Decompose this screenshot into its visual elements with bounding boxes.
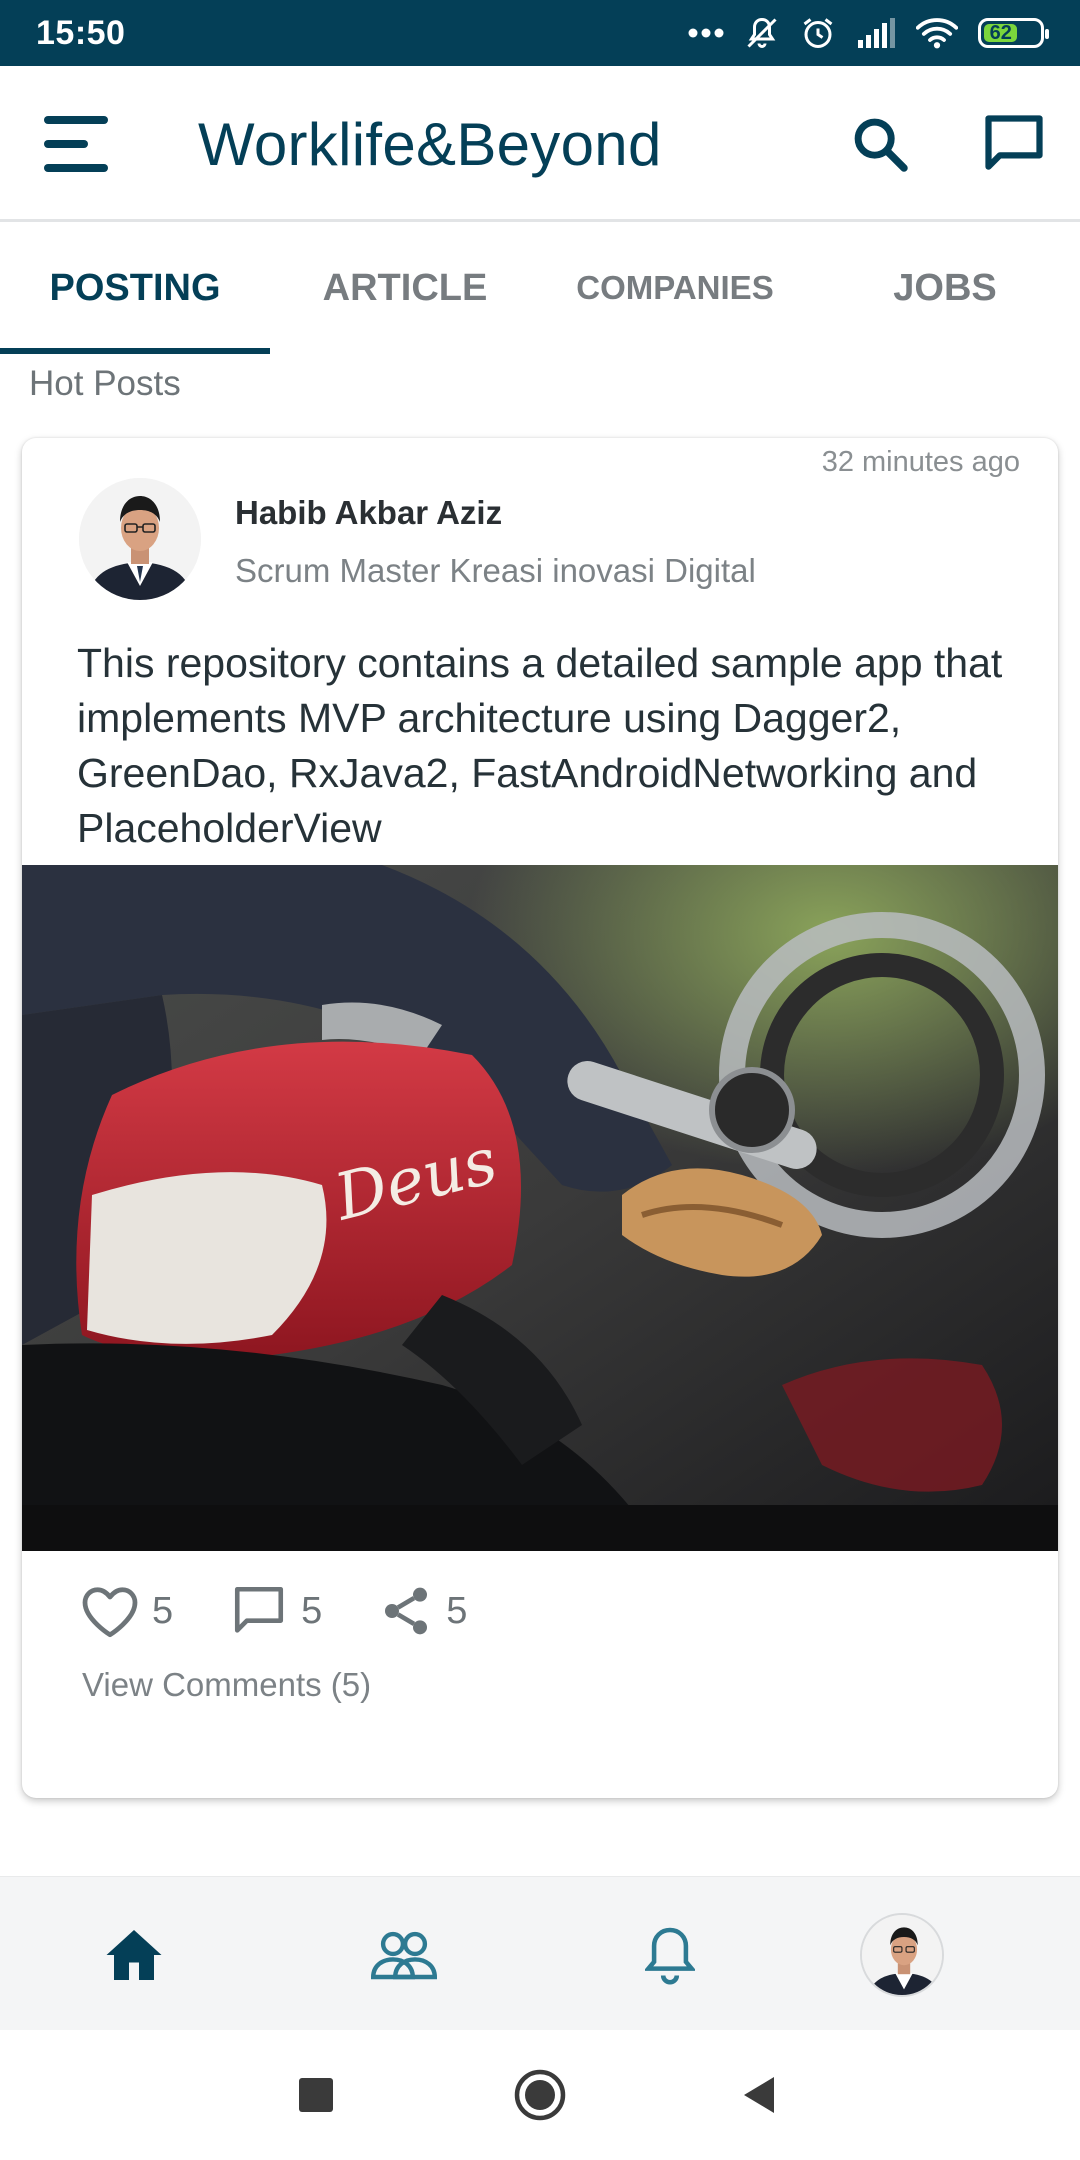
tab-posting[interactable]: POSTING bbox=[0, 222, 270, 354]
bell-icon[interactable] bbox=[630, 1915, 710, 1995]
comment-icon bbox=[235, 1586, 284, 1633]
back-icon[interactable] bbox=[730, 2065, 790, 2125]
wifi-icon bbox=[916, 18, 958, 49]
home-icon[interactable] bbox=[94, 1915, 174, 1995]
app-title: Worklife&Beyond bbox=[198, 111, 662, 178]
more-dots-icon bbox=[688, 28, 724, 38]
share-button[interactable]: 5 bbox=[378, 1582, 467, 1640]
status-icons: 62 bbox=[688, 15, 1049, 51]
alarm-icon bbox=[803, 18, 833, 48]
system-nav-bar bbox=[0, 2030, 1080, 2160]
like-count: 5 bbox=[152, 1589, 174, 1632]
heart-icon bbox=[82, 1587, 138, 1638]
view-comments-link[interactable]: View Comments (5) bbox=[82, 1666, 371, 1704]
chat-icon[interactable] bbox=[980, 110, 1048, 178]
tab-companies[interactable]: COMPANIES bbox=[540, 222, 810, 354]
home-circle-icon[interactable] bbox=[510, 2065, 570, 2125]
author-name[interactable]: Habib Akbar Aziz bbox=[235, 494, 502, 532]
comment-count: 5 bbox=[301, 1589, 323, 1632]
post-card[interactable]: 32 minutes ago Habib Akbar Aziz Scrum Ma… bbox=[22, 438, 1058, 1798]
like-button[interactable]: 5 bbox=[80, 1583, 173, 1639]
menu-icon[interactable] bbox=[40, 108, 116, 180]
tab-bar: POSTING ARTICLE COMPANIES JOBS bbox=[0, 222, 1080, 354]
author-avatar[interactable] bbox=[79, 478, 201, 600]
post-body: This repository contains a detailed samp… bbox=[77, 640, 1003, 851]
silent-bell-icon bbox=[747, 17, 777, 48]
status-bar: 15:50 62 bbox=[0, 0, 1080, 66]
battery-level: 62 bbox=[984, 22, 1018, 44]
battery-icon: 62 bbox=[978, 18, 1049, 48]
section-label: Hot Posts bbox=[29, 364, 181, 403]
recents-icon[interactable] bbox=[286, 2065, 346, 2125]
status-time: 15:50 bbox=[36, 13, 126, 52]
share-icon bbox=[385, 1587, 428, 1635]
tab-article[interactable]: ARTICLE bbox=[270, 222, 540, 354]
comment-button[interactable]: 5 bbox=[229, 1582, 322, 1640]
app-bar: Worklife&Beyond bbox=[0, 66, 1080, 222]
bottom-nav bbox=[0, 1876, 1080, 2030]
share-count: 5 bbox=[446, 1589, 468, 1632]
post-image[interactable]: Deus bbox=[22, 865, 1058, 1551]
tab-jobs[interactable]: JOBS bbox=[810, 222, 1080, 354]
search-icon[interactable] bbox=[848, 112, 912, 176]
profile-avatar[interactable] bbox=[860, 1913, 944, 1997]
signal-icon bbox=[858, 18, 895, 48]
people-icon[interactable] bbox=[364, 1915, 444, 1995]
post-timestamp: 32 minutes ago bbox=[821, 446, 1020, 478]
author-role: Scrum Master Kreasi inovasi Digital bbox=[235, 552, 756, 589]
post-actions: 5 5 5 bbox=[80, 1582, 523, 1640]
